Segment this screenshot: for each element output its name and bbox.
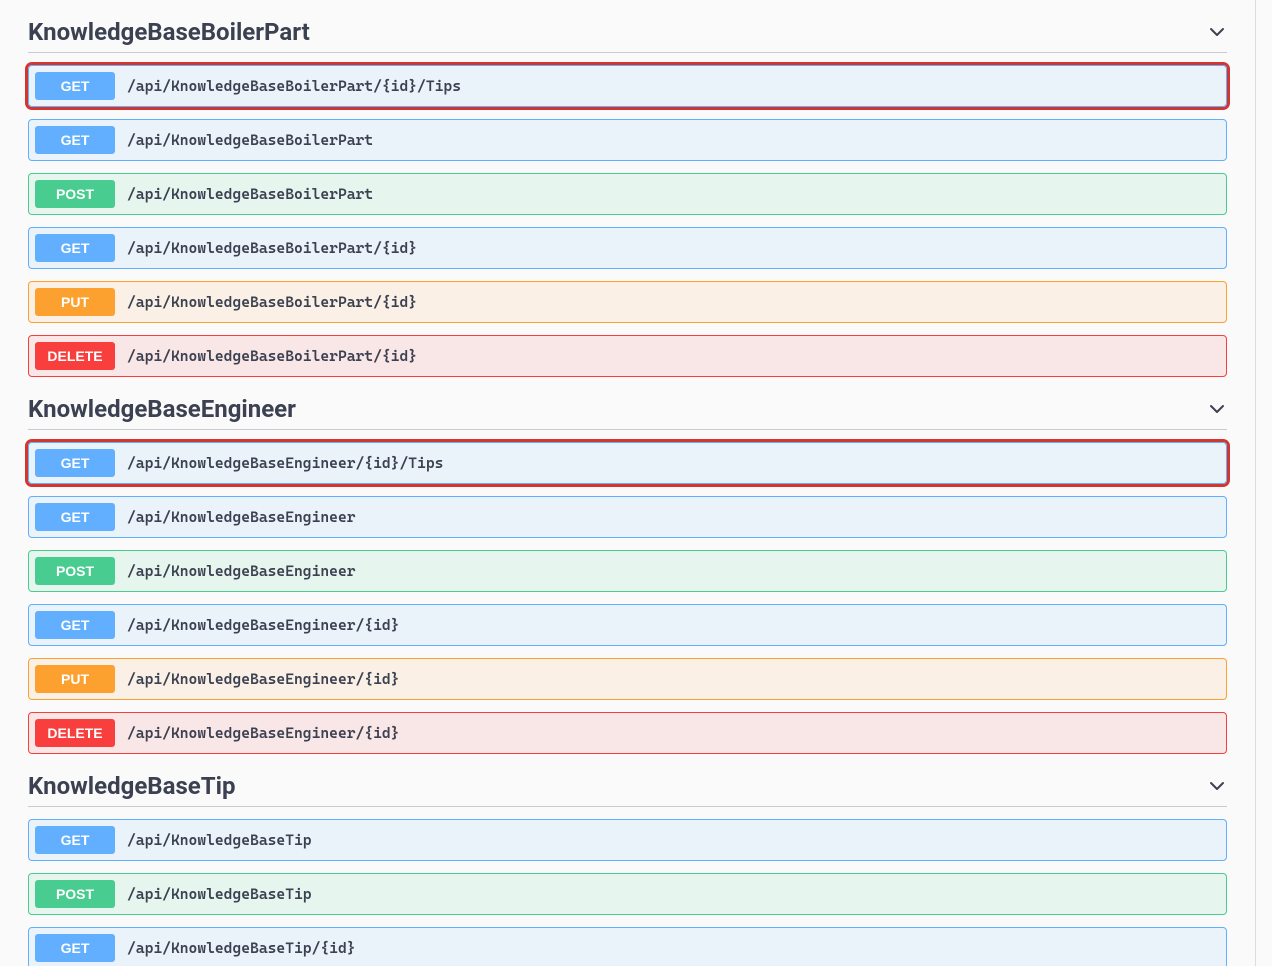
endpoint-path: /api/KnowledgeBaseTip <box>127 831 312 849</box>
http-method-badge: GET <box>35 934 115 962</box>
operation-row[interactable]: DELETE/api/KnowledgeBaseEngineer/{id} <box>28 712 1227 754</box>
operation-row[interactable]: GET/api/KnowledgeBaseTip/{id} <box>28 927 1227 966</box>
http-method-badge: GET <box>35 234 115 262</box>
tag-header[interactable]: KnowledgeBaseBoilerPart <box>28 10 1227 53</box>
operation-row[interactable]: GET/api/KnowledgeBaseBoilerPart/{id}/Tip… <box>28 65 1227 107</box>
operation-row[interactable]: GET/api/KnowledgeBaseEngineer <box>28 496 1227 538</box>
operation-row[interactable]: GET/api/KnowledgeBaseBoilerPart <box>28 119 1227 161</box>
http-method-badge: GET <box>35 503 115 531</box>
operation-row[interactable]: POST/api/KnowledgeBaseEngineer <box>28 550 1227 592</box>
http-method-badge: POST <box>35 557 115 585</box>
http-method-badge: POST <box>35 180 115 208</box>
http-method-badge: GET <box>35 126 115 154</box>
endpoint-path: /api/KnowledgeBaseBoilerPart/{id} <box>127 347 417 365</box>
http-method-badge: GET <box>35 611 115 639</box>
endpoint-path: /api/KnowledgeBaseBoilerPart <box>127 185 373 203</box>
operation-row[interactable]: PUT/api/KnowledgeBaseBoilerPart/{id} <box>28 281 1227 323</box>
operation-row[interactable]: PUT/api/KnowledgeBaseEngineer/{id} <box>28 658 1227 700</box>
operation-row[interactable]: POST/api/KnowledgeBaseTip <box>28 873 1227 915</box>
endpoint-path: /api/KnowledgeBaseEngineer/{id}/Tips <box>127 454 443 472</box>
http-method-badge: PUT <box>35 288 115 316</box>
http-method-badge: GET <box>35 72 115 100</box>
operation-row[interactable]: GET/api/KnowledgeBaseTip <box>28 819 1227 861</box>
operation-row[interactable]: GET/api/KnowledgeBaseEngineer/{id}/Tips <box>28 442 1227 484</box>
http-method-badge: POST <box>35 880 115 908</box>
tag-title: KnowledgeBaseTip <box>28 772 235 800</box>
operation-row[interactable]: GET/api/KnowledgeBaseEngineer/{id} <box>28 604 1227 646</box>
http-method-badge: DELETE <box>35 342 115 370</box>
endpoint-path: /api/KnowledgeBaseEngineer <box>127 508 356 526</box>
chevron-down-icon <box>1207 776 1227 796</box>
endpoint-path: /api/KnowledgeBaseEngineer/{id} <box>127 724 399 742</box>
swagger-content: KnowledgeBaseBoilerPart GET/api/Knowledge… <box>0 10 1255 966</box>
api-tag-section: KnowledgeBaseEngineer GET/api/KnowledgeBa… <box>28 387 1227 754</box>
chevron-down-icon <box>1207 399 1227 419</box>
endpoint-path: /api/KnowledgeBaseEngineer <box>127 562 356 580</box>
endpoint-path: /api/KnowledgeBaseTip <box>127 885 312 903</box>
operation-row[interactable]: DELETE/api/KnowledgeBaseBoilerPart/{id} <box>28 335 1227 377</box>
tag-header[interactable]: KnowledgeBaseTip <box>28 764 1227 807</box>
endpoint-path: /api/KnowledgeBaseTip/{id} <box>127 939 356 957</box>
http-method-badge: PUT <box>35 665 115 693</box>
swagger-viewport[interactable]: KnowledgeBaseBoilerPart GET/api/Knowledge… <box>0 0 1256 966</box>
tag-title: KnowledgeBaseBoilerPart <box>28 18 310 46</box>
endpoint-path: /api/KnowledgeBaseBoilerPart/{id} <box>127 293 417 311</box>
endpoint-path: /api/KnowledgeBaseEngineer/{id} <box>127 670 399 688</box>
endpoint-path: /api/KnowledgeBaseBoilerPart <box>127 131 373 149</box>
tag-header[interactable]: KnowledgeBaseEngineer <box>28 387 1227 430</box>
tag-title: KnowledgeBaseEngineer <box>28 395 296 423</box>
endpoint-path: /api/KnowledgeBaseEngineer/{id} <box>127 616 399 634</box>
http-method-badge: GET <box>35 449 115 477</box>
api-tag-section: KnowledgeBaseTip GET/api/KnowledgeBaseTip… <box>28 764 1227 966</box>
chevron-down-icon <box>1207 22 1227 42</box>
http-method-badge: DELETE <box>35 719 115 747</box>
endpoint-path: /api/KnowledgeBaseBoilerPart/{id} <box>127 239 417 257</box>
operation-row[interactable]: GET/api/KnowledgeBaseBoilerPart/{id} <box>28 227 1227 269</box>
endpoint-path: /api/KnowledgeBaseBoilerPart/{id}/Tips <box>127 77 461 95</box>
api-tag-section: KnowledgeBaseBoilerPart GET/api/Knowledge… <box>28 10 1227 377</box>
http-method-badge: GET <box>35 826 115 854</box>
operation-row[interactable]: POST/api/KnowledgeBaseBoilerPart <box>28 173 1227 215</box>
